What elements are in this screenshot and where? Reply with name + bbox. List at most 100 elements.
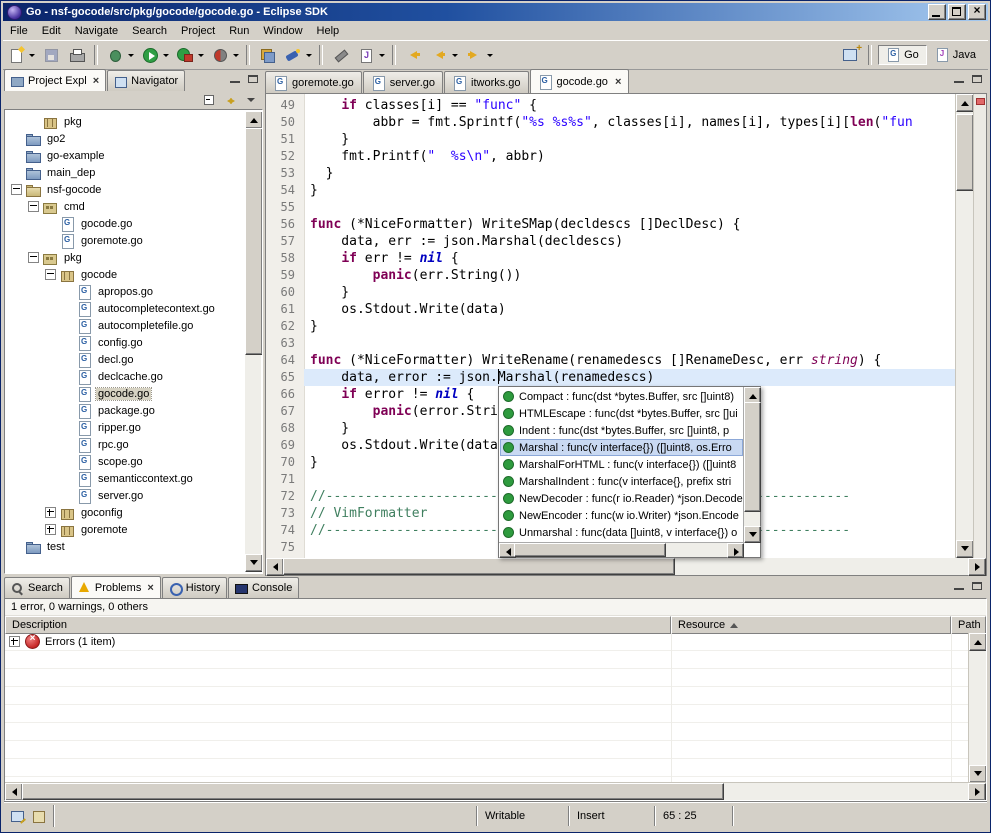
autocomplete-item-indent[interactable]: Indent : func(dst *bytes.Buffer, src []u…	[500, 422, 743, 439]
tree-item-goremote-go[interactable]: goremote.go	[5, 232, 245, 249]
tree-item-config-go[interactable]: config.go	[5, 334, 245, 351]
scrollbar-thumb[interactable]	[22, 783, 724, 800]
external-tools-button[interactable]	[173, 44, 206, 66]
minimize-panel-button[interactable]	[952, 580, 966, 592]
editor-tab-gocode-go[interactable]: gocode.go	[530, 69, 630, 93]
maximize-panel-button[interactable]	[970, 580, 984, 592]
scroll-down-arrow[interactable]	[245, 554, 263, 572]
scrollbar-thumb[interactable]	[283, 558, 675, 575]
scroll-down-arrow[interactable]	[956, 540, 974, 558]
editor-horizontal-scrollbar[interactable]	[265, 558, 987, 576]
tree-item-goremote[interactable]: goremote	[5, 521, 245, 538]
scroll-up-arrow[interactable]	[969, 633, 987, 651]
tree-item-scope-go[interactable]: scope.go	[5, 453, 245, 470]
editor-vertical-scrollbar[interactable]	[955, 94, 973, 558]
tree-item-go-example[interactable]: go-example	[5, 147, 245, 164]
editor-tab-itworks-go[interactable]: itworks.go	[444, 71, 529, 93]
expand-icon[interactable]	[9, 636, 20, 647]
menu-navigate[interactable]: Navigate	[68, 23, 125, 39]
scroll-left-arrow[interactable]	[5, 783, 23, 801]
popup-horizontal-scrollbar[interactable]	[499, 542, 744, 557]
column-header-resource[interactable]: Resource	[671, 616, 951, 634]
view-tab-search[interactable]: Search	[4, 577, 70, 598]
view-tab-history[interactable]: History	[162, 577, 227, 598]
menu-run[interactable]: Run	[222, 23, 256, 39]
editor-tab-server-go[interactable]: server.go	[363, 71, 443, 93]
expand-icon[interactable]	[45, 507, 56, 518]
menu-project[interactable]: Project	[174, 23, 222, 39]
status-area-icon[interactable]	[31, 809, 47, 823]
maximize-window-button[interactable]	[948, 4, 966, 20]
tree-item-main-dep[interactable]: main_dep	[5, 164, 245, 181]
mark-occurrences-button[interactable]	[328, 44, 352, 66]
tree-item-cmd[interactable]: cmd	[5, 198, 245, 215]
new-button[interactable]	[4, 44, 37, 66]
perspective-java[interactable]: Java	[927, 45, 984, 65]
back-button[interactable]	[427, 44, 460, 66]
tree-item-ripper-go[interactable]: ripper.go	[5, 419, 245, 436]
maximize-editor-button[interactable]	[970, 73, 984, 85]
close-tab-icon[interactable]	[145, 582, 153, 594]
tree-item-goconfig[interactable]: goconfig	[5, 504, 245, 521]
popup-vertical-scrollbar[interactable]	[743, 387, 760, 543]
new-java-element-button[interactable]	[354, 44, 387, 66]
tree-item-apropos-go[interactable]: apropos.go	[5, 283, 245, 300]
scroll-right-arrow[interactable]	[968, 783, 986, 801]
fast-view-icon[interactable]	[10, 809, 26, 823]
column-header-path[interactable]: Path	[951, 616, 986, 634]
menu-file[interactable]: File	[3, 23, 35, 39]
scrollbar-thumb[interactable]	[744, 402, 761, 512]
menu-edit[interactable]: Edit	[35, 23, 68, 39]
scroll-down-arrow[interactable]	[744, 526, 761, 543]
problems-row[interactable]: Errors (1 item)	[5, 633, 969, 651]
minimize-editor-button[interactable]	[952, 73, 966, 85]
scrollbar-thumb[interactable]	[245, 128, 263, 355]
editor-tab-goremote-go[interactable]: goremote.go	[265, 71, 362, 93]
expand-icon[interactable]	[45, 524, 56, 535]
open-perspective-button[interactable]	[840, 45, 862, 65]
search-button[interactable]	[281, 44, 314, 66]
tree-item-package-go[interactable]: package.go	[5, 402, 245, 419]
tree-item-rpc-go[interactable]: rpc.go	[5, 436, 245, 453]
collapse-icon[interactable]	[45, 269, 56, 280]
view-tab-problems[interactable]: Problems	[71, 576, 161, 598]
debug-button[interactable]	[103, 44, 136, 66]
profile-button[interactable]	[208, 44, 241, 66]
error-marker[interactable]	[976, 98, 985, 105]
explorer-tab-project-expl[interactable]: Project Expl	[4, 69, 106, 91]
explorer-scrollbar[interactable]	[245, 111, 261, 572]
tree-item-pkg[interactable]: pkg	[5, 249, 245, 266]
collapse-icon[interactable]	[11, 184, 22, 195]
overview-ruler[interactable]	[973, 94, 986, 558]
last-edit-location-button[interactable]	[401, 44, 425, 66]
perspective-go[interactable]: Go	[878, 45, 927, 65]
view-menu-icon[interactable]	[244, 94, 258, 106]
autocomplete-item-marshal[interactable]: Marshal : func(v interface{}) ([]uint8, …	[500, 439, 743, 456]
close-tab-icon[interactable]	[91, 75, 99, 87]
tree-item-decl-go[interactable]: decl.go	[5, 351, 245, 368]
scroll-up-arrow[interactable]	[245, 111, 263, 129]
autocomplete-item-compact[interactable]: Compact : func(dst *bytes.Buffer, src []…	[500, 388, 743, 405]
close-window-button[interactable]	[968, 4, 986, 20]
scroll-left-arrow[interactable]	[266, 558, 284, 576]
tree-item-gocode[interactable]: gocode	[5, 266, 245, 283]
tree-item-pkg[interactable]: pkg	[5, 113, 245, 130]
tree-item-declcache-go[interactable]: declcache.go	[5, 368, 245, 385]
column-header-description[interactable]: Description	[5, 616, 671, 634]
autocomplete-item-newencoder[interactable]: NewEncoder : func(w io.Writer) *json.Enc…	[500, 507, 743, 524]
view-tab-console[interactable]: Console	[228, 577, 299, 598]
scrollbar-thumb[interactable]	[956, 114, 974, 191]
menu-window[interactable]: Window	[256, 23, 309, 39]
close-tab-icon[interactable]	[612, 76, 621, 88]
tree-item-gocode-go[interactable]: gocode.go	[5, 385, 245, 402]
problems-horizontal-scrollbar[interactable]	[5, 782, 986, 800]
scroll-right-arrow[interactable]	[968, 558, 986, 576]
tree-item-semanticcontext-go[interactable]: semanticcontext.go	[5, 470, 245, 487]
scroll-right-arrow[interactable]	[727, 543, 744, 558]
tree-item-nsf-gocode[interactable]: nsf-gocode	[5, 181, 245, 198]
tree-item-go2[interactable]: go2	[5, 130, 245, 147]
menu-search[interactable]: Search	[125, 23, 174, 39]
run-button[interactable]	[138, 44, 171, 66]
tree-item-test[interactable]: test	[5, 538, 245, 555]
scroll-up-arrow[interactable]	[956, 94, 974, 112]
